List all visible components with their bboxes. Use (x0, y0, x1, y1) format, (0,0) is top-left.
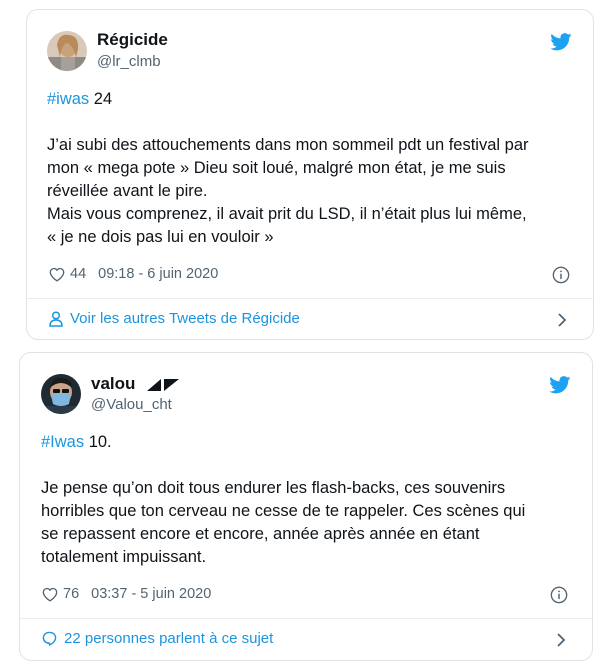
tweet-text-line: « je ne dois pas lui en vouloir » (47, 228, 274, 246)
chevron-right-icon[interactable] (557, 312, 567, 328)
display-name[interactable]: Régicide (97, 30, 168, 50)
tweet-number: 24 (89, 90, 113, 108)
speech-bubble-icon (42, 631, 57, 646)
tweet-text-line: totalement impuissant. (41, 548, 207, 566)
chevron-right-icon[interactable] (556, 632, 566, 648)
divider (20, 618, 592, 619)
tweet-text-line: se repassent encore et encore, année apr… (41, 525, 480, 543)
person-icon (49, 310, 63, 327)
tweet-hashtag-line: #iwas 24 (47, 88, 112, 111)
info-icon[interactable] (550, 586, 568, 604)
like-count[interactable]: 76 (63, 586, 79, 602)
name-triangles-icon (146, 378, 180, 392)
hashtag-link[interactable]: #iwas (47, 90, 89, 108)
display-name[interactable]: valou (91, 374, 180, 394)
see-more-tweets-label: Voir les autres Tweets de Régicide (70, 310, 300, 327)
see-more-tweets-link[interactable]: Voir les autres Tweets de Régicide (49, 310, 300, 327)
tweet-number: 10. (84, 433, 112, 451)
tweet-text: J’ai subi des attouchements dans mon som… (47, 134, 587, 249)
tweet-card: Régicide @lr_clmb #iwas 24 J’ai subi des… (26, 9, 594, 340)
conversation-label: 22 personnes parlent à ce sujet (64, 630, 274, 647)
timestamp[interactable]: 09:18 - 6 juin 2020 (98, 266, 218, 282)
tweet-meta: 44 09:18 - 6 juin 2020 (49, 266, 218, 282)
twitter-bird-icon[interactable] (550, 33, 572, 51)
heart-icon[interactable] (49, 267, 65, 282)
twitter-bird-icon[interactable] (549, 376, 571, 394)
tweet-text-line: réveillée avant le pire. (47, 182, 208, 200)
hashtag-link[interactable]: #Iwas (41, 433, 84, 451)
heart-icon[interactable] (42, 587, 58, 602)
info-icon[interactable] (552, 266, 570, 284)
tweet-text-line: Mais vous comprenez, il avait prit du LS… (47, 205, 527, 223)
tweet-hashtag-line: #Iwas 10. (41, 431, 112, 454)
tweet-text-line: horribles que ton cerveau ne cesse de te… (41, 502, 526, 520)
conversation-link[interactable]: 22 personnes parlent à ce sujet (42, 630, 273, 647)
tweet-text: Je pense qu’on doit tous endurer les fla… (41, 477, 586, 569)
tweet-text-line: J’ai subi des attouchements dans mon som… (47, 136, 529, 154)
like-count[interactable]: 44 (70, 266, 86, 282)
tweet-text-line: mon « mega pote » Dieu soit loué, malgré… (47, 159, 506, 177)
divider (27, 298, 593, 299)
user-handle[interactable]: @Valou_cht (91, 396, 172, 413)
user-handle[interactable]: @lr_clmb (97, 53, 161, 70)
tweet-text-line: Je pense qu’on doit tous endurer les fla… (41, 479, 506, 497)
avatar[interactable] (47, 31, 87, 71)
tweet-card: valou @Valou_cht #Iwas 10. Je pense qu’o… (19, 352, 593, 661)
tweet-meta: 76 03:37 - 5 juin 2020 (42, 586, 211, 602)
timestamp[interactable]: 03:37 - 5 juin 2020 (91, 586, 211, 602)
avatar[interactable] (41, 374, 81, 414)
display-name-text: valou (91, 374, 136, 393)
